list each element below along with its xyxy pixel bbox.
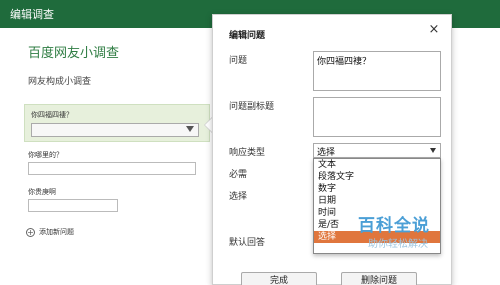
plus-circle-icon: +	[26, 227, 35, 237]
option-date[interactable]: 日期	[314, 195, 440, 207]
survey-title[interactable]: 百度网友小调查	[28, 42, 119, 61]
dialog-title: 编辑问题	[229, 31, 266, 41]
question-card-selected[interactable]: 你四褔四褄？	[24, 104, 210, 142]
survey-description[interactable]: 网友构成小调查	[28, 74, 91, 87]
option-text[interactable]: 文本	[314, 159, 440, 171]
watermark-subtitle: 助你轻松解决	[368, 239, 428, 250]
subtitle-field-label: 问题副标题	[229, 102, 275, 112]
subtitle-text-field[interactable]	[313, 97, 441, 137]
option-number[interactable]: 数字	[314, 183, 440, 195]
response-type-value: 选择	[317, 148, 336, 158]
window-title: 编辑调查	[10, 8, 54, 21]
add-question-label: 添加新问题	[39, 228, 74, 236]
question-label: 你哪里的？	[28, 151, 63, 159]
question-label: 你贵庚啊	[28, 188, 56, 196]
close-icon[interactable]: ×	[427, 23, 441, 37]
response-type-label: 响应类型	[229, 148, 266, 158]
delete-question-button[interactable]: 删除问题	[341, 272, 417, 285]
required-label: 必需	[229, 170, 248, 180]
dropdown-arrow-icon	[186, 126, 194, 132]
question-label: 你四褔四褄？	[31, 111, 73, 119]
question-input-preview[interactable]	[28, 162, 196, 175]
question-text-field[interactable]: 你四褔四褄？	[313, 51, 441, 91]
response-type-select[interactable]: 选择	[313, 143, 441, 158]
watermark-logo: 百科全说 助你轻松解决	[358, 211, 478, 261]
chevron-down-icon	[430, 148, 436, 153]
add-question-button[interactable]: + 添加新问题	[26, 227, 74, 237]
option-paragraph[interactable]: 段落文字	[314, 171, 440, 183]
question-input-preview[interactable]	[28, 199, 118, 212]
default-answer-label: 默认回答	[229, 238, 266, 248]
choices-label: 选择	[229, 192, 248, 202]
done-button[interactable]: 完成	[241, 272, 317, 285]
question-dropdown-preview[interactable]	[31, 123, 199, 137]
watermark-title: 百科全说	[358, 216, 430, 236]
question-field-label: 问题	[229, 56, 248, 66]
